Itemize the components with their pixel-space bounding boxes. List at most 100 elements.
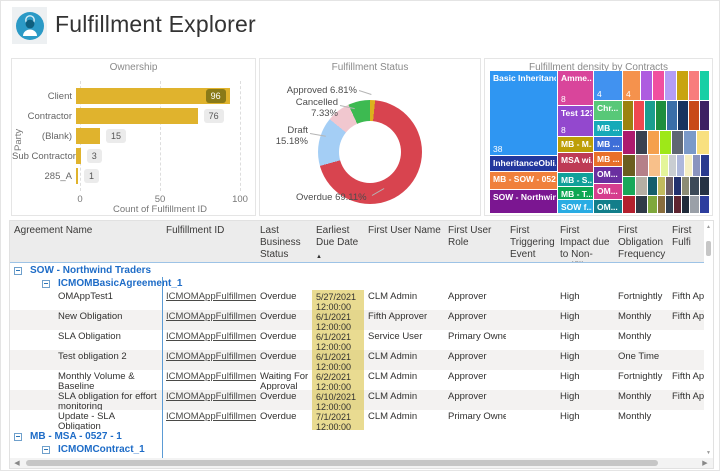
treemap-tile[interactable]: 4 bbox=[623, 71, 641, 101]
column-header-last-business-status[interactable]: Last Business Status bbox=[256, 221, 312, 262]
treemap-tile[interactable]: InheritanceObli... bbox=[490, 156, 557, 172]
treemap-tile[interactable] bbox=[623, 101, 634, 131]
treemap-tile[interactable]: MSA wi... bbox=[558, 153, 593, 173]
treemap-tile[interactable] bbox=[700, 196, 710, 214]
treemap-tile[interactable]: OM... bbox=[594, 184, 622, 200]
treemap-tile[interactable]: MB ... bbox=[594, 137, 622, 152]
bar[interactable] bbox=[76, 108, 198, 124]
scroll-down-icon[interactable]: ▼ bbox=[704, 450, 713, 456]
treemap-tile[interactable] bbox=[636, 131, 648, 155]
horizontal-scroll-thumb[interactable] bbox=[26, 460, 658, 466]
treemap-tile[interactable] bbox=[669, 155, 677, 177]
treemap-tile[interactable] bbox=[653, 71, 665, 101]
treemap-tile[interactable] bbox=[636, 155, 649, 177]
scroll-left-icon[interactable]: ◀ bbox=[10, 459, 24, 467]
treemap-tile[interactable]: MB - S... bbox=[558, 173, 593, 187]
column-header-agreement-name[interactable]: Agreement Name bbox=[10, 221, 162, 262]
collapse-toggle-icon[interactable] bbox=[14, 266, 22, 275]
treemap-tile[interactable] bbox=[645, 101, 656, 131]
treemap-tile[interactable]: MB ... bbox=[594, 121, 622, 137]
treemap-tile[interactable] bbox=[697, 131, 710, 155]
treemap-tile[interactable] bbox=[677, 71, 689, 101]
treemap-tile[interactable] bbox=[648, 131, 660, 155]
collapse-toggle-icon[interactable] bbox=[14, 432, 22, 441]
scroll-right-icon[interactable]: ▶ bbox=[698, 459, 712, 467]
table-row[interactable]: Test obligation 2 ICMOMAppFulfillment_5 Ov… bbox=[10, 350, 706, 370]
treemap-tile[interactable]: MB - SOW - 052... bbox=[490, 172, 557, 190]
table-row[interactable]: Monthly Volume & Baseline ICMOMAppFulfill… bbox=[10, 370, 706, 390]
table-row[interactable]: OMAppTest1 ICMOMAppFulfillment_10 Overdue 5… bbox=[10, 290, 706, 310]
fulfillment-id-link[interactable]: ICMOMAppFulfillment_10 bbox=[162, 290, 256, 310]
treemap-tile[interactable] bbox=[666, 196, 674, 214]
treemap-tile[interactable] bbox=[689, 71, 700, 101]
treemap-tile[interactable] bbox=[700, 177, 710, 196]
bar-row-285-a[interactable]: 285_A 1 bbox=[12, 166, 255, 186]
group-row-icmombasicagreement-1[interactable]: ICMOMBasicAgreement_1 bbox=[10, 277, 706, 290]
bar-row-contractor[interactable]: Contractor 76 bbox=[12, 106, 255, 126]
fulfillment-id-link[interactable]: ICMOMAppFulfillment_105 bbox=[162, 370, 256, 390]
treemap-tile[interactable] bbox=[700, 71, 710, 101]
bar[interactable] bbox=[76, 148, 81, 164]
column-header-earliest-due-date[interactable]: Earliest Due Date ▲ bbox=[312, 221, 364, 262]
column-header-fulfillment-id[interactable]: Fulfillment ID bbox=[162, 221, 256, 262]
treemap-tile[interactable]: MB - M... bbox=[558, 137, 593, 153]
treemap-tile[interactable] bbox=[656, 101, 667, 131]
treemap-tile[interactable] bbox=[677, 155, 685, 177]
treemap-tile[interactable] bbox=[701, 155, 710, 177]
collapse-toggle-icon[interactable] bbox=[42, 445, 50, 454]
bar-row--blank-[interactable]: (Blank) 15 bbox=[12, 126, 255, 146]
column-header-first-obligation-frequency[interactable]: First Obligation Frequency bbox=[614, 221, 668, 262]
column-header-first-impact-due-to-non-fulfillment[interactable]: First Impact due to Non-Fulfillment bbox=[556, 221, 614, 262]
fulfillment-id-link[interactable]: ICMOMAppFulfillment_5 bbox=[162, 350, 256, 370]
treemap-tile[interactable] bbox=[623, 196, 636, 214]
treemap-tile[interactable] bbox=[623, 131, 636, 155]
fulfillment-id-link[interactable]: ICMOMAppFulfillment_100 bbox=[162, 390, 256, 410]
bar-row-sub-contractor[interactable]: Sub Contractor 3 bbox=[12, 146, 255, 166]
treemap-tile[interactable]: Test 123 8 bbox=[558, 106, 593, 137]
treemap-tile[interactable] bbox=[682, 196, 690, 214]
treemap-tile[interactable]: Chr... bbox=[594, 101, 622, 121]
treemap-tile[interactable] bbox=[672, 131, 684, 155]
fulfillment-id-link[interactable]: ICMOMAppFulfillment_4 bbox=[162, 330, 256, 350]
treemap-tile[interactable] bbox=[634, 101, 645, 131]
treemap-tile[interactable]: OM... bbox=[594, 167, 622, 184]
treemap-tile[interactable] bbox=[685, 155, 693, 177]
treemap-tile[interactable] bbox=[660, 131, 672, 155]
table-row[interactable]: SLA Obligation ICMOMAppFulfillment_4 Overd… bbox=[10, 330, 706, 350]
treemap-tile[interactable] bbox=[665, 71, 677, 101]
group-row-sow-northwind-traders[interactable]: SOW - Northwind Traders bbox=[10, 264, 706, 277]
vertical-scroll-thumb[interactable] bbox=[706, 241, 711, 256]
treemap-tile[interactable] bbox=[658, 196, 666, 214]
treemap-tile[interactable] bbox=[700, 101, 710, 131]
bar-row-client[interactable]: Client 96 bbox=[12, 86, 255, 106]
treemap-tile[interactable] bbox=[682, 177, 690, 196]
treemap-tile[interactable]: MB ... bbox=[594, 152, 622, 167]
column-header-first-user-name[interactable]: First User Name bbox=[364, 221, 444, 262]
treemap-tile[interactable] bbox=[667, 101, 678, 131]
treemap-tile[interactable] bbox=[649, 155, 661, 177]
treemap-tile[interactable] bbox=[690, 196, 700, 214]
treemap-tile[interactable] bbox=[636, 196, 648, 214]
treemap-tile[interactable] bbox=[689, 101, 700, 131]
treemap-tile[interactable]: OM... bbox=[594, 200, 622, 214]
treemap-tile[interactable] bbox=[636, 177, 648, 196]
table-row[interactable]: SLA obligation for effort monitoring ICMO… bbox=[10, 390, 706, 410]
treemap-tile[interactable] bbox=[666, 177, 674, 196]
bar[interactable] bbox=[76, 168, 78, 184]
treemap-tile[interactable] bbox=[641, 71, 653, 101]
horizontal-scrollbar[interactable]: ◀ ▶ bbox=[10, 458, 713, 468]
group-row-icmomcontract-1[interactable]: ICMOMContract_1 bbox=[10, 443, 706, 456]
treemap-tile[interactable]: Basic Inheritance 38 bbox=[490, 71, 557, 156]
treemap-tile[interactable]: SOW - Northwin... bbox=[490, 190, 557, 214]
fulfillment-id-link[interactable]: ICMOMAppFulfillment_131 bbox=[162, 310, 256, 330]
column-header-first-triggering-event[interactable]: First Triggering Event bbox=[506, 221, 556, 262]
treemap-tile[interactable] bbox=[678, 101, 689, 131]
treemap-tile[interactable] bbox=[693, 155, 701, 177]
fulfillment-id-link[interactable]: ICMOMAppFulfillment_143 bbox=[162, 410, 256, 430]
scroll-up-icon[interactable]: ▲ bbox=[704, 224, 713, 230]
treemap-tile[interactable] bbox=[623, 177, 636, 196]
treemap-tile[interactable] bbox=[674, 177, 682, 196]
treemap-tile[interactable] bbox=[648, 196, 658, 214]
treemap-tile[interactable] bbox=[684, 131, 697, 155]
column-header-first-user-role[interactable]: First User Role bbox=[444, 221, 506, 262]
